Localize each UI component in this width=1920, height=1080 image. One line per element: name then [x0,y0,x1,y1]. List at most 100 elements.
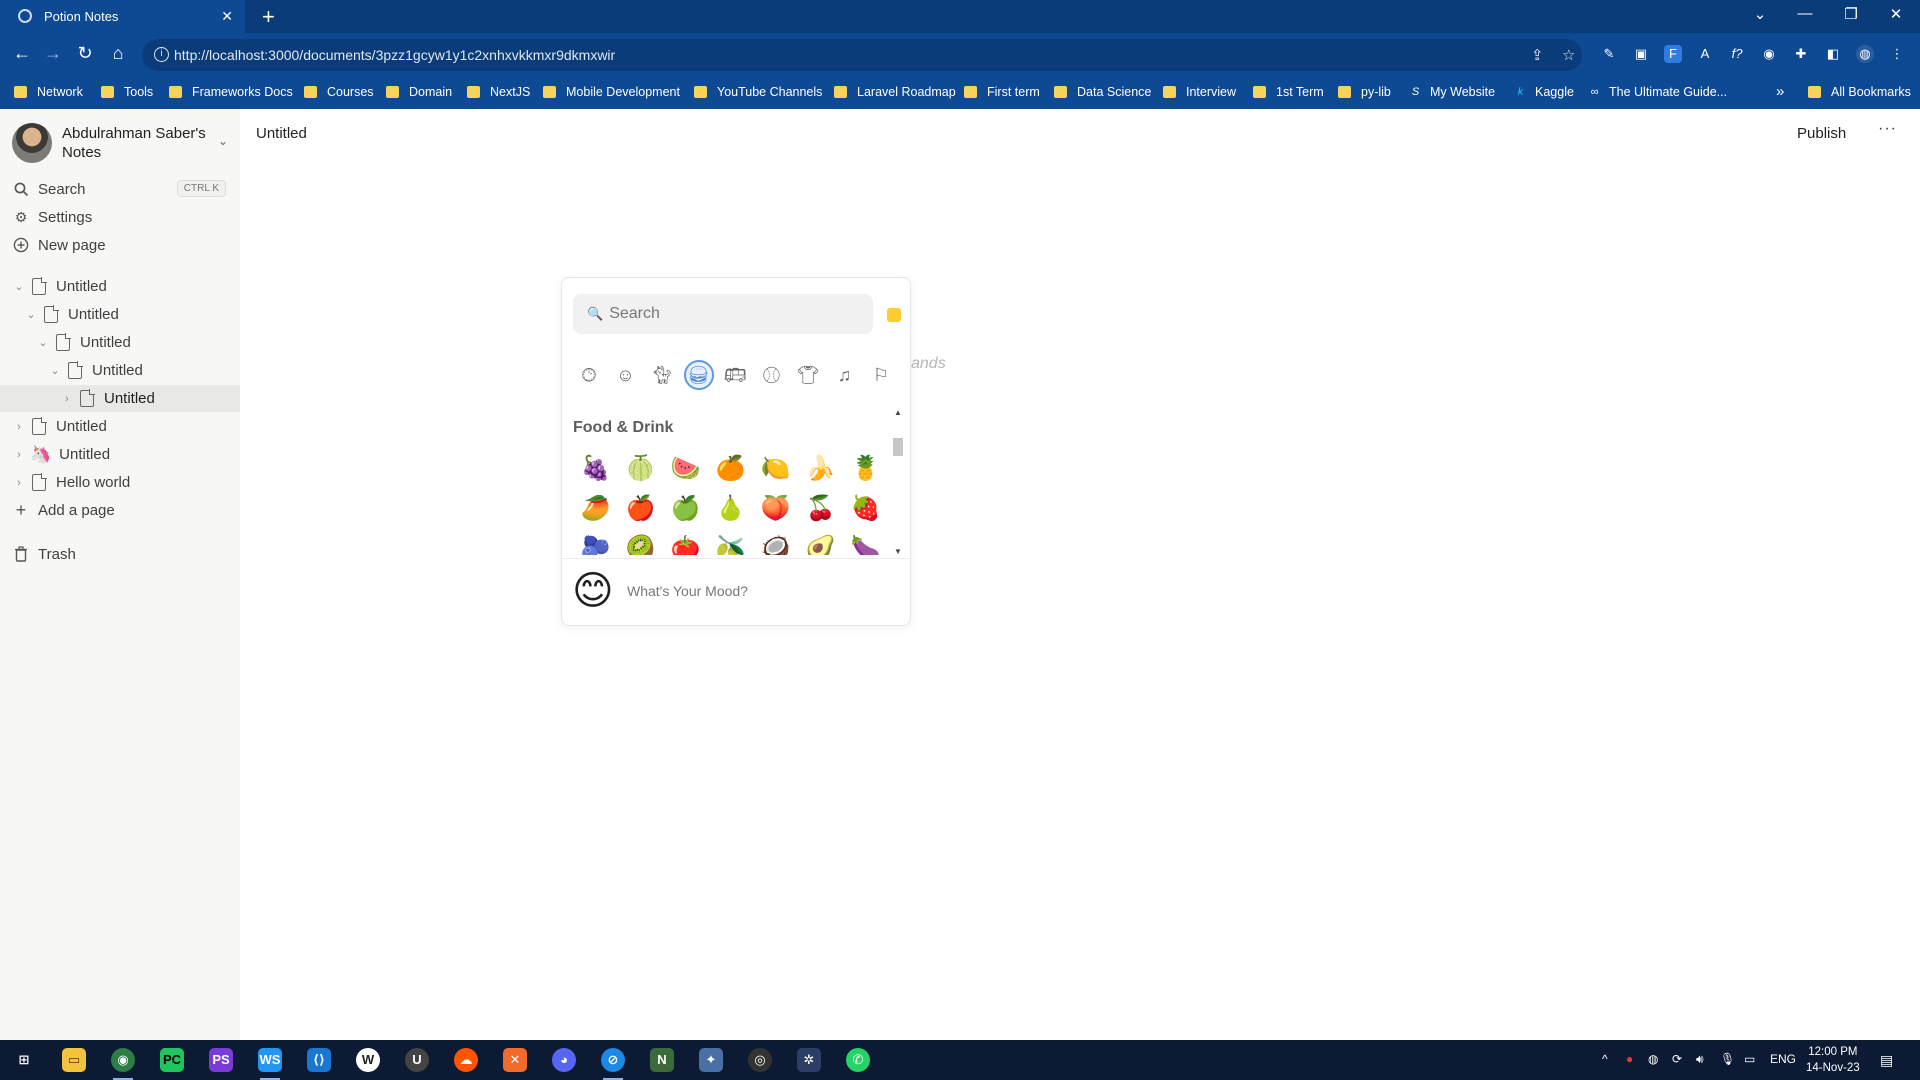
emoji-peach[interactable]: 🍑 [753,488,798,528]
bookmark-ultimate-guide[interactable]: ∞ The Ultimate Guide... [1588,85,1728,99]
sidebar-add-page[interactable]: + Add a page [0,497,240,523]
site-info-icon[interactable]: i [154,47,169,62]
chevron-down-icon[interactable]: ⌄ [24,308,38,321]
emoji-melon[interactable]: 🍈 [618,448,663,488]
minimize-icon[interactable]: — [1795,5,1815,22]
scrollbar-thumb[interactable] [893,438,903,456]
extension-font-icon[interactable]: A [1696,45,1714,63]
objects-icon[interactable]: 👕︎ [793,360,823,390]
emoji-cherries[interactable]: 🍒 [798,488,843,528]
emoji-olive[interactable]: 🫒 [708,528,753,556]
address-bar[interactable]: i http://localhost:3000/documents/3pzz1g… [142,39,1582,71]
unreal-icon[interactable]: U [405,1048,429,1072]
extension-avatar-icon[interactable]: ◉ [1760,45,1778,63]
extension-formula-icon[interactable]: f? [1728,45,1746,63]
food-icon[interactable]: 🍔︎ [683,360,714,390]
home-icon[interactable]: ⌂ [106,43,130,64]
chevron-down-icon[interactable]: ⌄ [36,336,50,349]
chevron-down-icon[interactable]: ⌄ [12,280,26,293]
bookmark-network[interactable]: Network [14,85,83,99]
all-bookmarks[interactable]: All Bookmarks [1808,85,1911,99]
url-text[interactable]: http://localhost:3000/documents/3pzz1gcy… [174,47,615,63]
microphone-icon[interactable]: 🎙︎ [1720,1052,1735,1066]
bookmark-my-website[interactable]: S My Website [1409,85,1495,99]
bookmark-1st-term[interactable]: 1st Term [1253,85,1324,99]
discord-icon[interactable]: ◕ [552,1048,576,1072]
tray-expand-icon[interactable]: ^ [1602,1052,1608,1066]
emoji-green-apple[interactable]: 🍏 [663,488,708,528]
network-icon[interactable]: ▭ [1744,1052,1755,1066]
emoji-tomato[interactable]: 🍅 [663,528,708,556]
emoji-watermelon[interactable]: 🍉 [663,448,708,488]
document-item[interactable]: › Hello world [0,469,240,496]
chrome-icon[interactable]: ◉ [111,1048,135,1080]
emoji-pineapple[interactable]: 🍍 [843,448,888,488]
bookmarks-overflow-button[interactable]: » [1776,83,1784,100]
reload-icon[interactable]: ↻ [73,43,97,64]
animals-icon[interactable]: 🐈︎ [647,360,677,390]
bookmark-py-lib[interactable]: py-lib [1338,85,1391,99]
restore-icon[interactable]: ❐ [1841,5,1861,23]
emoji-tangerine[interactable]: 🍊 [708,448,753,488]
tray-sync-icon[interactable]: ⟳ [1672,1052,1682,1066]
windows-start-icon[interactable]: ⊞ [12,1048,36,1072]
extension-f-icon[interactable]: F [1664,45,1682,63]
file-explorer-icon[interactable]: ▭ [62,1048,86,1072]
tab-close-icon[interactable]: ✕ [221,8,233,25]
bookmark-mobile-development[interactable]: Mobile Development [543,85,680,99]
window-close-icon[interactable]: ✕ [1886,5,1906,23]
travel-icon[interactable]: 🚌︎ [720,360,750,390]
bookmark-youtube-channels[interactable]: YouTube Channels [694,85,822,99]
sidebar-new-page[interactable]: New page [0,232,240,258]
xampp-icon[interactable]: ✕ [503,1048,527,1072]
profile-icon[interactable]: ◍ [1856,45,1874,63]
document-item[interactable]: ⌄ Untitled [0,301,240,328]
bookmark-courses[interactable]: Courses [304,85,374,99]
emoji-eggplant[interactable]: 🍆 [843,528,888,556]
forward-icon[interactable]: → [41,43,65,64]
share-icon[interactable]: ⇪ [1531,46,1544,64]
pycharm-icon[interactable]: PC [160,1048,184,1072]
obs-icon[interactable]: ◎ [748,1048,772,1072]
recent-icon[interactable]: 🕑︎ [574,360,604,390]
scroll-down-icon[interactable]: ▼ [894,547,902,556]
document-item-active[interactable]: › Untitled [0,385,240,412]
emoji-search[interactable]: 🔍 [573,294,873,334]
extension-pen-icon[interactable]: ✎ [1600,45,1618,63]
emoji-grapes[interactable]: 🍇 [573,448,618,488]
game-app-icon[interactable]: ✦ [699,1048,723,1072]
browser-menu-icon[interactable]: ⋮ [1888,45,1906,63]
emoji-search-input[interactable] [609,305,850,323]
emoji-mango[interactable]: 🥭 [573,488,618,528]
bookmark-frameworks-docs[interactable]: Frameworks Docs [169,85,293,99]
bookmark-domain[interactable]: Domain [386,85,452,99]
smileys-icon[interactable]: ☺︎ [611,360,641,390]
bookmark-interview[interactable]: Interview [1163,85,1236,99]
emoji-red-apple[interactable]: 🍎 [618,488,663,528]
publish-button[interactable]: Publish [1797,125,1846,142]
sidebar-settings[interactable]: ⚙ Settings [0,204,240,230]
emoji-kiwi[interactable]: 🥝 [618,528,663,556]
tray-app-icon[interactable]: ◍ [1648,1052,1658,1066]
browser-app-icon[interactable]: ⊘ [601,1048,625,1080]
bookmark-kaggle[interactable]: k Kaggle [1514,85,1574,99]
notes-app-icon[interactable]: N [650,1048,674,1072]
browser-tab[interactable]: Potion Notes ✕ [0,0,245,33]
vscode-icon[interactable]: ⟨⟩ [307,1048,331,1072]
symbols-icon[interactable]: ♫ [830,360,860,390]
emoji-coconut[interactable]: 🥥 [753,528,798,556]
chevron-right-icon[interactable]: › [60,393,74,405]
emoji-scrollbar[interactable]: ▲ ▼ [891,408,905,556]
bookmark-nextjs[interactable]: NextJS [467,85,530,99]
emoji-lemon[interactable]: 🍋 [753,448,798,488]
activity-icon[interactable]: ⚾︎ [757,360,787,390]
extensions-puzzle-icon[interactable]: ✚ [1792,45,1810,63]
more-options-icon[interactable]: ··· [1878,120,1897,138]
tab-search-icon[interactable]: ⌄ [1750,5,1770,23]
emoji-banana[interactable]: 🍌 [798,448,843,488]
document-item[interactable]: › 🦄 Untitled [0,441,240,468]
chevron-right-icon[interactable]: › [12,421,26,433]
scroll-up-icon[interactable]: ▲ [894,408,902,417]
bookmark-data-science[interactable]: Data Science [1054,85,1151,99]
bookmark-tools[interactable]: Tools [101,85,153,99]
